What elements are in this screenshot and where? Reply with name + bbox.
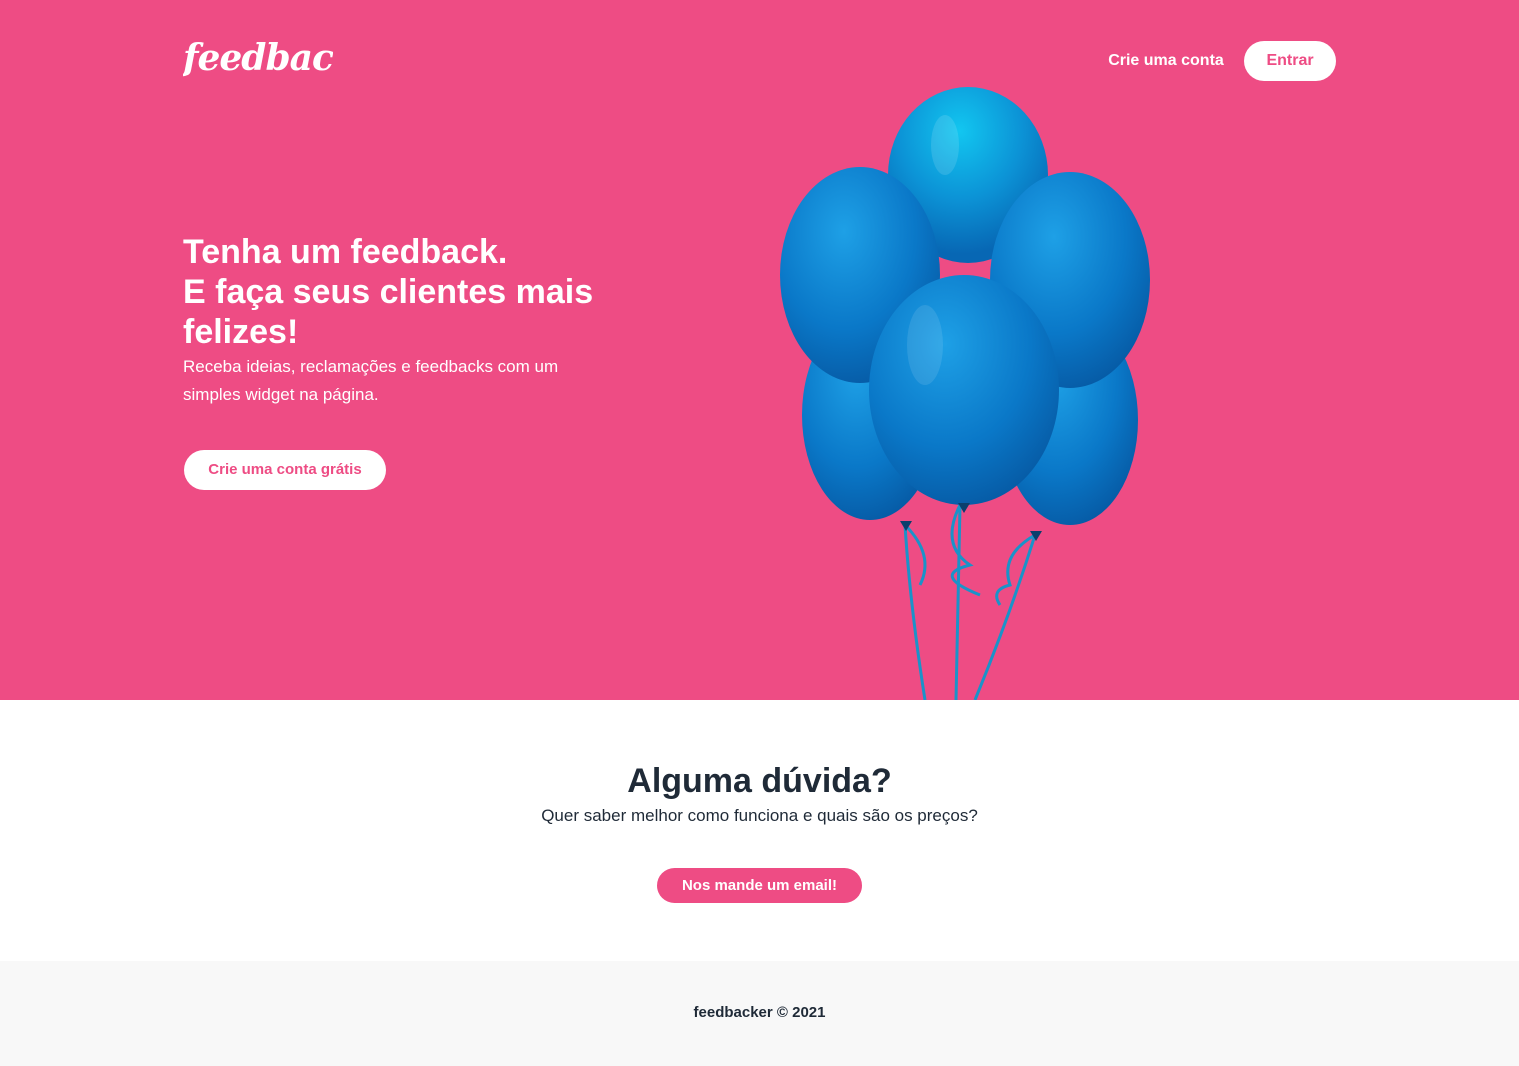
logo-wordmark: feedbacker xyxy=(183,37,333,79)
create-account-link[interactable]: Crie uma conta xyxy=(1096,41,1236,81)
footer-copyright: feedbacker © 2021 xyxy=(693,1004,826,1021)
login-button[interactable]: Entrar xyxy=(1244,41,1336,81)
headline-line-3: felizes! xyxy=(183,313,299,351)
logo[interactable]: feedbacker xyxy=(183,32,333,86)
faq-section: Alguma dúvida? Quer saber melhor como fu… xyxy=(0,700,1519,961)
headline-line-2: E faça seus clientes mais xyxy=(183,273,594,311)
email-us-button[interactable]: Nos mande um email! xyxy=(657,868,862,903)
headline-line-1: Tenha um feedback. xyxy=(183,233,508,271)
hero-headline: Tenha um feedback. E faça seus clientes … xyxy=(183,232,643,352)
balloons-image xyxy=(760,85,1180,700)
faq-subtitle: Quer saber melhor como funciona e quais … xyxy=(541,806,978,825)
create-free-account-button[interactable]: Crie uma conta grátis xyxy=(184,450,386,490)
footer: feedbacker © 2021 xyxy=(0,961,1519,1066)
balloon-strings xyxy=(903,504,1037,700)
faq-title: Alguma dúvida? xyxy=(627,762,892,800)
logo-text: feedbacker xyxy=(183,37,333,79)
hero-subtext: Receba ideias, reclamações e feedbacks c… xyxy=(183,357,559,404)
hero-section: feedbacker Crie uma conta Entrar Tenha u… xyxy=(0,0,1519,700)
